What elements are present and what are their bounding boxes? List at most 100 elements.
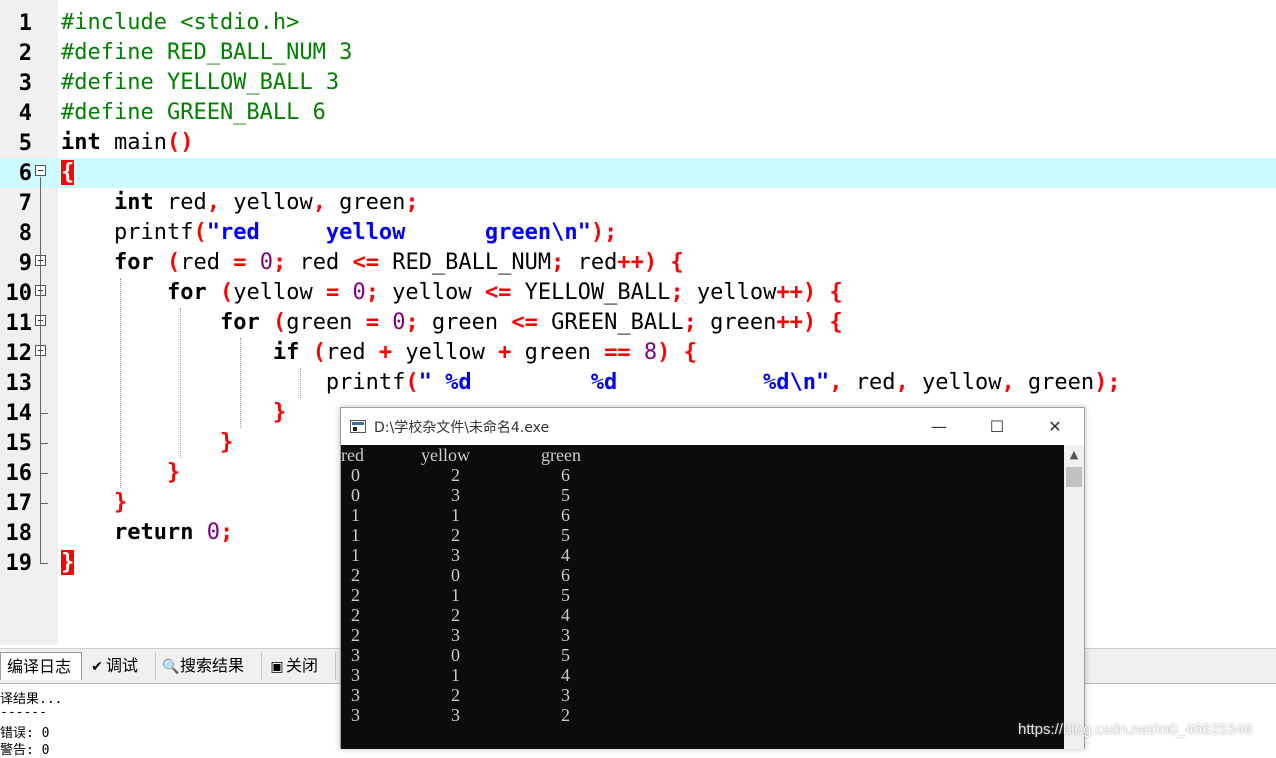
code-line[interactable]: 9 for (red = 0; red <= RED_BALL_NUM; red…: [0, 248, 1276, 278]
code-token: {: [829, 280, 843, 305]
code-token: yellow: [219, 190, 313, 215]
indent-guide: [180, 308, 181, 458]
console-output-cell: 1: [451, 505, 460, 525]
code-token: (: [193, 220, 207, 245]
minimize-button[interactable]: —: [910, 408, 968, 445]
console-output-cell: 2: [451, 525, 460, 545]
code-line[interactable]: 4 #define GREEN_BALL 6: [0, 98, 1276, 128]
fold-end-marker: [40, 413, 48, 414]
code-token: green: [696, 310, 777, 335]
console-output-cell: 4: [561, 605, 570, 625]
console-output: red yellow green 0 2 6 0 3 5 1 1 6 1 2 5 1 3 4 2 0 6 2 1 5 2 2 4 2 3…: [341, 445, 1064, 749]
code-line[interactable]: 12 if (red + yellow + green == 8) {: [0, 338, 1276, 368]
code-text: for (green = 0; green <= GREEN_BALL; gre…: [61, 311, 843, 335]
code-line[interactable]: 8 printf("red yellow green\n");: [0, 218, 1276, 248]
code-line[interactable]: 11 for (green = 0; green <= GREEN_BALL; …: [0, 308, 1276, 338]
bottom-tab[interactable]: ✔ 调试: [82, 652, 156, 680]
code-line[interactable]: 5 int main(): [0, 128, 1276, 158]
bottom-tab[interactable]: 编译日志: [0, 652, 82, 680]
code-token: +: [378, 340, 393, 365]
line-number: 9: [18, 251, 32, 276]
console-output-cell: 3: [451, 625, 460, 645]
code-line[interactable]: 3 #define YELLOW_BALL 3: [0, 68, 1276, 98]
code-token: ==: [604, 340, 631, 365]
code-token: =: [325, 280, 340, 305]
line-number: 4: [18, 101, 32, 126]
code-line[interactable]: 10 for (yellow = 0; yellow <= YELLOW_BAL…: [0, 278, 1276, 308]
code-line[interactable]: 6{: [0, 158, 1276, 188]
code-token: red: [286, 250, 353, 275]
console-output-cell: 3: [351, 665, 360, 685]
code-token: ;: [405, 310, 419, 335]
code-token: {: [829, 310, 843, 335]
code-token: 0: [392, 310, 406, 335]
code-token: yellow: [378, 280, 485, 305]
console-output-cell: 2: [351, 565, 360, 585]
code-token: #define YELLOW_BALL 3: [61, 70, 340, 95]
console-window[interactable]: D:\学校杂文件\未命名4.exe — ☐ ✕ red yellow green 0 2…: [340, 407, 1085, 749]
code-token: (): [166, 130, 194, 155]
console-output-cell: 5: [561, 525, 570, 545]
code-token: 0: [259, 250, 273, 275]
scroll-up-arrow-icon[interactable]: ▲: [1064, 445, 1084, 465]
code-token: green: [1014, 370, 1095, 395]
line-number: 18: [5, 521, 33, 546]
console-output-cell: 2: [351, 585, 360, 605]
console-title-bar[interactable]: D:\学校杂文件\未命名4.exe — ☐ ✕: [341, 408, 1084, 445]
close-button[interactable]: ✕: [1026, 408, 1084, 445]
console-output-cell: 2: [561, 705, 570, 725]
code-token: main: [100, 130, 167, 155]
line-number: 2: [18, 41, 32, 66]
code-text: return 0;: [61, 521, 233, 545]
console-scrollbar[interactable]: ▲: [1064, 445, 1084, 749]
fold-collapse-icon[interactable]: [35, 165, 46, 176]
code-token: }: [219, 430, 234, 455]
code-token: YELLOW_BALL: [511, 280, 671, 305]
code-token: for: [166, 280, 207, 305]
code-text: #define RED_BALL_NUM 3: [61, 41, 352, 65]
bottom-tab-label: 搜索结果: [180, 656, 245, 675]
code-token: " %d %d %d\n": [418, 370, 830, 395]
code-token: yellow: [908, 370, 1002, 395]
maximize-button[interactable]: ☐: [968, 408, 1026, 445]
code-text: }: [61, 491, 127, 515]
code-token: {: [61, 160, 75, 185]
code-token: ;: [405, 190, 419, 215]
code-token: ,: [1001, 370, 1015, 395]
code-token: +: [498, 340, 512, 365]
console-header-cell: red: [341, 445, 364, 465]
code-token: ): [657, 340, 671, 365]
bottom-tab[interactable]: 🔍搜索结果: [156, 652, 262, 680]
code-token: }: [113, 490, 128, 515]
code-token: }: [166, 460, 181, 485]
code-token: GREEN_BALL: [537, 310, 684, 335]
code-token: green: [286, 310, 366, 335]
fold-end-marker: [40, 443, 48, 444]
code-token: {: [683, 340, 697, 365]
code-token: green: [418, 310, 512, 335]
indent-guide: [300, 368, 301, 398]
code-text: #define GREEN_BALL 6: [61, 101, 326, 125]
code-line[interactable]: 2 #define RED_BALL_NUM 3: [0, 38, 1276, 68]
line-number: 10: [5, 281, 33, 306]
bottom-tab[interactable]: ▣ 关闭: [262, 652, 336, 680]
code-line[interactable]: 1 #include <stdio.h>: [0, 8, 1276, 38]
code-token: }: [61, 550, 75, 575]
code-line[interactable]: 7 int red, yellow, green;: [0, 188, 1276, 218]
line-number: 15: [5, 431, 33, 456]
code-token: for: [219, 310, 260, 335]
code-line[interactable]: 13 printf(" %d %d %d\n", red, yellow, gr…: [0, 368, 1276, 398]
code-text: if (red + yellow + green == 8) {: [61, 341, 697, 365]
scroll-thumb[interactable]: [1066, 467, 1082, 487]
indent-guide: [240, 338, 241, 428]
code-text: printf("red yellow green\n");: [61, 221, 617, 245]
